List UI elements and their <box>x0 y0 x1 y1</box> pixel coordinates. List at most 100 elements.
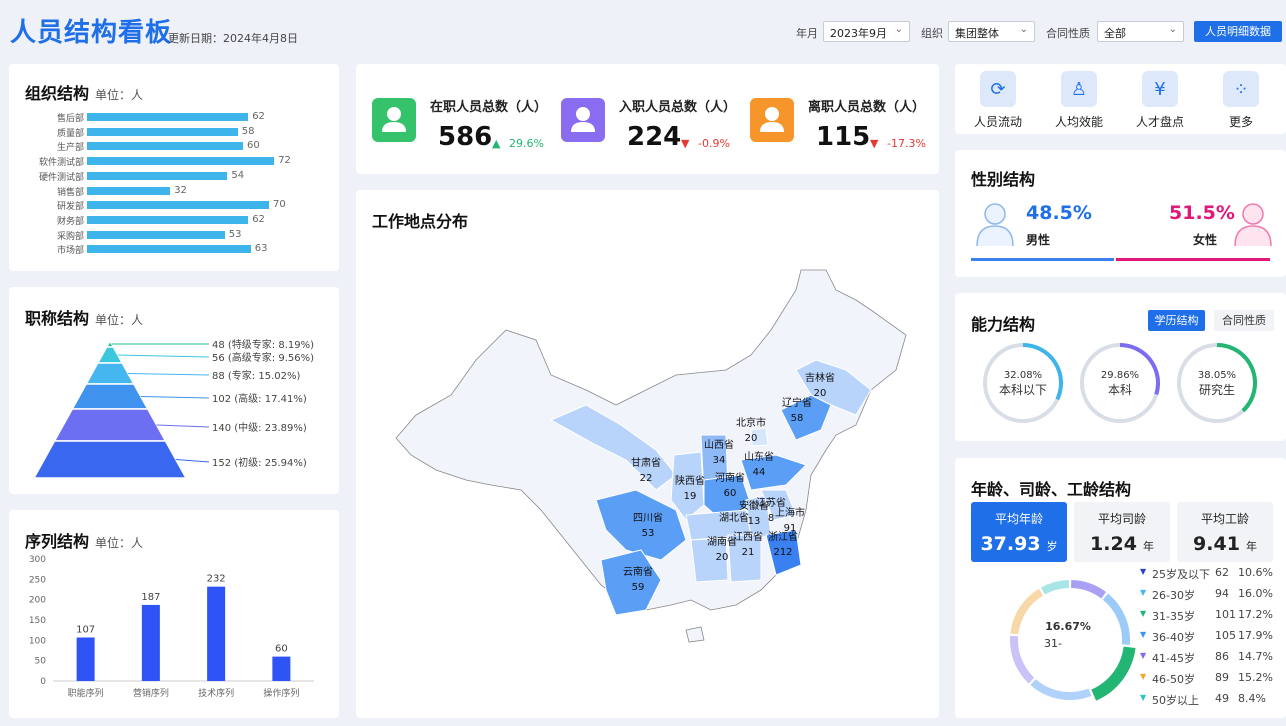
org-bar <box>87 230 225 239</box>
pyramid-level <box>71 383 149 410</box>
org-bar-label: 市场部 <box>56 246 84 257</box>
age-legend-label: 50岁以上 <box>1152 694 1199 707</box>
age-legend-label: 25岁及以下 <box>1152 568 1210 581</box>
age-legend-pct: 17.2% <box>1238 608 1273 621</box>
legend-marker-icon: ▼ <box>1140 693 1147 702</box>
province-name: 江西省 <box>733 532 763 543</box>
province-name: 四川省 <box>633 513 663 524</box>
org-bar-row: 生产部 60 <box>29 140 329 153</box>
quick-link-3[interactable]: ⁘ 更多 <box>1201 71 1281 130</box>
pyramid-level-label: 102 (高级: 17.41%) <box>212 392 307 405</box>
org-bar-value: 60 <box>247 140 260 152</box>
female-icon <box>1234 203 1272 247</box>
avg-label: 平均司龄 <box>1097 512 1146 526</box>
org-bar-label: 采购部 <box>56 231 84 242</box>
avg-label: 平均工龄 <box>1200 512 1249 526</box>
org-bar-label: 研发部 <box>56 202 84 213</box>
gender-bar-male <box>971 258 1114 261</box>
yen-icon: ¥ <box>1142 71 1178 107</box>
org-bar-row: 软件测试部 72 <box>29 155 329 168</box>
quick-link-0[interactable]: ⟳ 人员流动 <box>958 71 1038 130</box>
avg-label: 平均年龄 <box>994 512 1043 526</box>
donut-slice <box>1091 646 1136 701</box>
org-bar-row: 质量部 58 <box>29 125 329 139</box>
avg-box-2[interactable]: 平均工龄 9.41 年 <box>1177 502 1273 562</box>
kpi-card: 在职人员总数（人） 586 ▲ 29.6% 入职人员总数（人） 224 ▼ -0.9% 离职人员… <box>356 64 939 174</box>
filter-label-contract: 合同性质 <box>1046 27 1090 40</box>
age-title: 年龄、司龄、工龄结构 <box>971 480 1132 499</box>
sequence-bar-chart: 0 50 100 150 200 250 300 107 职能序列 187 营销序列 232 技术序列 6… <box>29 555 314 699</box>
x-tick-label: 职能序列 <box>68 687 104 699</box>
y-tick-label: 0 <box>40 677 46 687</box>
contract-select-value: 全部 <box>1104 27 1126 40</box>
province-name: 河南省 <box>715 473 745 484</box>
quick-link-1[interactable]: ♙ 人均效能 <box>1039 71 1119 130</box>
title-rank-card: 职称结构 单位：人 48 (特级专家: 8.19%) 56 (高级专家: 9.56%… <box>9 287 339 494</box>
ring-text: 32.08% 本科以下 <box>985 370 1061 398</box>
triangle-up-icon: ▲ <box>492 137 501 150</box>
avg-unit: 岁 <box>1046 540 1058 553</box>
y-tick-label: 200 <box>29 596 46 606</box>
org-bar-value: 62 <box>252 213 265 225</box>
province-name: 甘肃省 <box>631 458 661 469</box>
avg-box-1[interactable]: 平均司龄 1.24 年 <box>1074 502 1170 562</box>
contract-select[interactable]: 全部 ⌄ <box>1097 21 1184 42</box>
user-badge-icon: ♙ <box>1061 71 1097 107</box>
detail-data-button[interactable]: 人员明细数据 <box>1194 21 1282 42</box>
quick-link-2[interactable]: ¥ 人才盘点 <box>1120 71 1200 130</box>
kpi-label: 离职人员总数（人） <box>808 100 926 115</box>
pyramid-leader-line <box>175 459 210 463</box>
province-name: 北京市 <box>736 418 766 429</box>
age-legend-pct: 10.6% <box>1238 566 1273 579</box>
pyramid-leader-line <box>128 373 210 376</box>
sequence-bar <box>141 604 160 681</box>
x-tick-label: 操作序列 <box>263 687 299 699</box>
age-legend-row: ▼ 31-35岁 101 17.2% <box>1140 608 1280 624</box>
avg-value: 1.24 <box>1090 533 1137 555</box>
province-name: 上海市 <box>775 508 805 519</box>
ring-label: 本科以下 <box>998 383 1047 397</box>
ability-rings <box>983 343 1257 423</box>
org-bar <box>87 201 269 210</box>
x-tick-label: 技术序列 <box>198 687 234 699</box>
y-tick-label: 100 <box>29 636 46 646</box>
month-select[interactable]: 2023年9月 ⌄ <box>823 21 910 42</box>
province-label: 湖北省 <box>706 509 762 528</box>
org-bar-label: 质量部 <box>56 128 84 139</box>
map-card: 工作地点分布 吉林省 20 辽宁省 58 北京市 20 山西省 34 山东省 44 甘肃省 22 陕西省… <box>356 190 939 718</box>
bar-value-label: 187 <box>141 592 160 603</box>
avg-value-line: 1.24 年 <box>1074 533 1170 555</box>
avg-box-0[interactable]: 平均年龄 37.93 岁 <box>971 502 1067 562</box>
org-structure-card: 组织结构 单位：人 售后部 62 质量部 58 生产部 60 软件测试部 72 硬件测试部 54 销售… <box>9 64 339 271</box>
org-select-value: 集团整体 <box>955 27 999 40</box>
legend-marker-icon: ▼ <box>1140 567 1147 576</box>
kpi-label: 在职人员总数（人） <box>430 100 548 115</box>
avg-value: 9.41 <box>1193 533 1240 555</box>
org-bar <box>87 157 275 166</box>
province-name: 云南省 <box>623 567 653 578</box>
province-value: 59 <box>631 582 645 593</box>
org-bar-label: 财务部 <box>56 216 84 227</box>
pyramid-leader-line <box>156 424 210 428</box>
sequence-bar <box>207 586 226 681</box>
province-name: 辽宁省 <box>782 398 812 409</box>
pyramid-leader-line <box>140 396 210 399</box>
donut-slice <box>1030 678 1092 700</box>
male-icon <box>976 203 1014 247</box>
org-bar <box>87 171 228 180</box>
kpi-value: 586 <box>438 122 493 152</box>
sequence-card: 序列结构 单位：人 0 50 100 150 200 250 300 107 职能序列 187 营销序… <box>9 510 339 718</box>
y-tick-label: 300 <box>29 555 46 565</box>
donut-slice <box>1010 635 1035 684</box>
org-select[interactable]: 集团整体 ⌄ <box>948 21 1035 42</box>
province-label: 江西省 21 <box>720 528 776 558</box>
org-bar-row: 市场部 63 <box>29 243 329 257</box>
triangle-down-icon: ▼ <box>681 137 690 150</box>
unit-label: 单位：人 <box>95 88 144 102</box>
kpi-change: 29.6% <box>509 137 544 150</box>
province-label: 云南省 59 <box>610 563 666 593</box>
card-title: 组织结构 单位：人 <box>25 80 143 104</box>
org-bar-value: 58 <box>241 125 255 137</box>
avg-unit: 年 <box>1142 540 1154 553</box>
male-percent: 48.5% <box>1026 202 1092 224</box>
